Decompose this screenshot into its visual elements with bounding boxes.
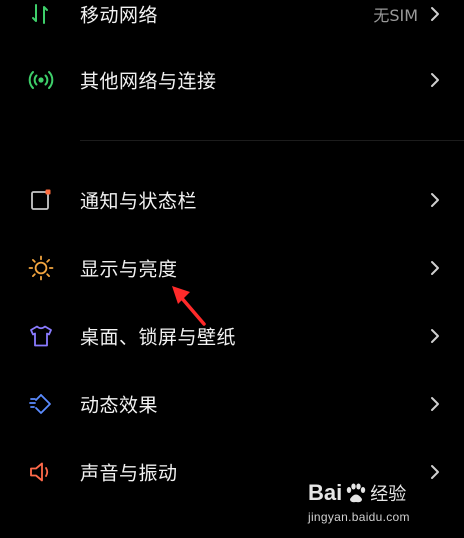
- settings-item-label: 动态效果: [80, 394, 159, 417]
- connection-icon: [28, 67, 54, 93]
- watermark-url: jingyan.baidu.com: [308, 510, 410, 524]
- chevron-right-icon: [428, 5, 442, 23]
- settings-item-notifications[interactable]: 通知与状态栏: [0, 168, 464, 232]
- motion-effects-icon: [28, 391, 54, 417]
- settings-item-mobile-network[interactable]: 移动网络 无SIM: [0, 0, 464, 46]
- chevron-right-icon: [428, 327, 442, 345]
- watermark-logo: Bai 经验: [308, 480, 406, 506]
- chevron-right-icon: [428, 463, 442, 481]
- settings-item-label: 声音与振动: [80, 462, 178, 485]
- paw-icon: [344, 482, 366, 504]
- settings-item-label: 移动网络: [80, 4, 159, 27]
- sound-icon: [28, 459, 54, 485]
- chevron-right-icon: [428, 259, 442, 277]
- notification-icon: [28, 187, 54, 213]
- brightness-icon: [28, 255, 54, 281]
- watermark-logo-prefix: Bai: [308, 480, 343, 505]
- settings-item-display-brightness[interactable]: 显示与亮度: [0, 236, 464, 300]
- sim-status-value: 无SIM: [373, 6, 418, 25]
- chevron-right-icon: [428, 71, 442, 89]
- mobile-network-icon: [28, 1, 54, 27]
- section-divider: [80, 140, 464, 141]
- annotation-arrow-icon: [168, 282, 212, 330]
- watermark: Bai 经验 jingyan.baidu.com: [308, 480, 438, 528]
- settings-item-desktop-wallpaper[interactable]: 桌面、锁屏与壁纸: [0, 304, 464, 368]
- settings-item-label: 其他网络与连接: [80, 70, 217, 93]
- chevron-right-icon: [428, 191, 442, 209]
- settings-item-label: 桌面、锁屏与壁纸: [80, 326, 237, 349]
- settings-item-other-networks[interactable]: 其他网络与连接: [0, 48, 464, 112]
- settings-item-label: 通知与状态栏: [80, 190, 198, 213]
- settings-item-label: 显示与亮度: [80, 258, 178, 281]
- settings-item-motion-effects[interactable]: 动态效果: [0, 372, 464, 436]
- watermark-logo-suffix: 经验: [370, 484, 407, 505]
- chevron-right-icon: [428, 395, 442, 413]
- wallpaper-icon: [28, 323, 54, 349]
